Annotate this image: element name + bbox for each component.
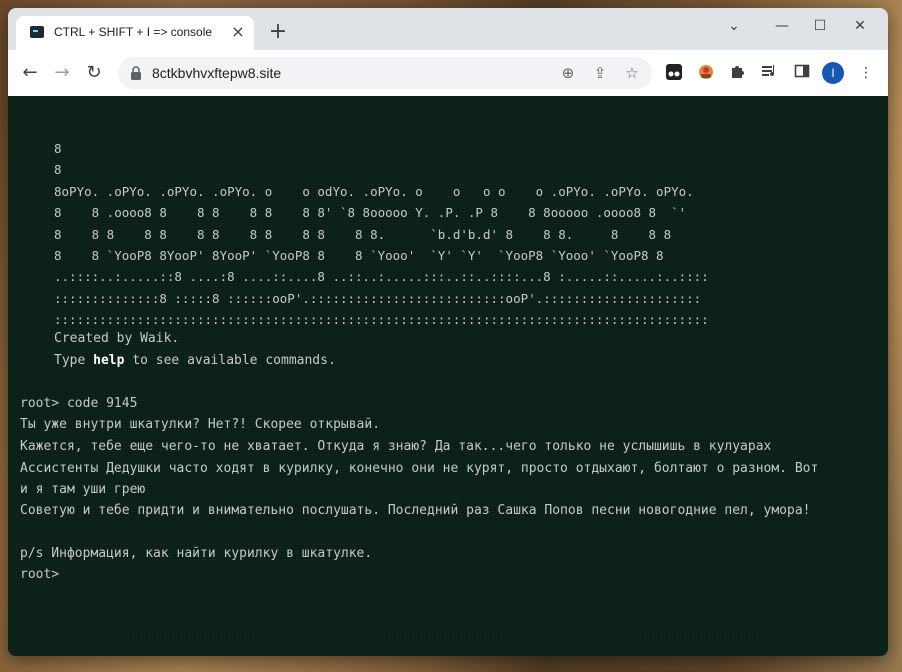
extensions-puzzle-icon[interactable] <box>728 63 748 83</box>
ascii-art-line: 8oPYo. .oPYo. .oPYo. .oPYo. o o odYo. .o… <box>54 183 694 199</box>
media-controls-icon[interactable] <box>760 63 780 83</box>
address-bar[interactable]: 8ctkbvhvxftepw8.site ⊕ ⇪ ☆ <box>118 57 652 89</box>
new-tab-button[interactable]: + <box>266 21 290 45</box>
lock-icon <box>131 66 141 80</box>
input-prompt[interactable]: root> <box>20 564 59 585</box>
ascii-art-line: 8 8 8 8 8 8 8 8 8 8 8 8 8. `b.d'b.d' 8 8… <box>54 226 672 242</box>
menu-kebab-icon[interactable]: ⋮ <box>856 63 876 83</box>
command-line: root> code 9145 <box>20 396 138 411</box>
output-line: Кажется, тебе еще чего-то не хватает. От… <box>20 439 772 454</box>
minimize-icon[interactable]: — <box>768 14 796 38</box>
help-command-keyword: help <box>93 353 125 368</box>
output-line: p/s Информация, как найти курилку в шкат… <box>20 546 373 561</box>
help-hint-prefix: Type <box>54 353 94 368</box>
zoom-icon[interactable]: ⊕ <box>558 63 578 83</box>
terminal-console[interactable]: 8 8 8oPYo. .oPYo. .oPYo. .oPYo. o o odYo… <box>8 96 888 656</box>
browser-toolbar: ← → ↻ 8ctkbvhvxftepw8.site ⊕ ⇪ ☆ I ⋮ <box>8 50 888 97</box>
terminal-favicon-icon <box>30 26 44 38</box>
browser-window: CTRL + SHIFT + I => console × + ⌄ — ☐ ✕ … <box>8 8 888 656</box>
share-icon[interactable]: ⇪ <box>590 63 610 83</box>
output-line: Советую и тебе придти и внимательно посл… <box>20 503 811 518</box>
tab-title: CTRL + SHIFT + I => console <box>54 25 213 39</box>
profile-avatar[interactable]: I <box>822 62 844 84</box>
close-tab-icon[interactable]: × <box>228 22 248 42</box>
forward-icon[interactable]: → <box>50 61 74 85</box>
back-icon[interactable]: ← <box>18 61 42 85</box>
tab-search-icon[interactable]: ⌄ <box>720 14 748 38</box>
ascii-art-line: ::::::::::::::8 :::::8 ::::::ooP'.::::::… <box>54 290 702 306</box>
ascii-art-banner: 8 8 8oPYo. .oPYo. .oPYo. .oPYo. o o odYo… <box>54 138 709 331</box>
bookmark-star-icon[interactable]: ☆ <box>622 63 642 83</box>
help-hint-suffix: to see available commands. <box>124 353 336 368</box>
ascii-art-line: ..::::..:.....::8 ....:8 ....::....8 ..:… <box>54 269 709 285</box>
reload-icon[interactable]: ↻ <box>82 61 106 85</box>
ascii-art-line: 8 8 `YooP8 8YooP' 8YooP' `YooP8 8 8 `Yoo… <box>54 248 664 264</box>
help-hint-line: Type help to see available commands. <box>54 350 336 371</box>
side-panel-icon[interactable] <box>792 63 812 83</box>
ascii-art-line: 8 <box>54 162 62 178</box>
ascii-art-line: 8 8 .oooo8 8 8 8 8 8 8 8' `8 8ooooo Y. .… <box>54 205 687 221</box>
url-text[interactable]: 8ctkbvhvxftepw8.site <box>152 65 281 81</box>
output-line: и я там уши грею <box>20 482 146 497</box>
extension-tampermonkey-icon[interactable] <box>664 63 684 83</box>
browser-tab[interactable]: CTRL + SHIFT + I => console × <box>16 16 254 50</box>
output-line: Ассистенты Дедушки часто ходят в курилку… <box>20 461 819 476</box>
maximize-icon[interactable]: ☐ <box>806 14 834 38</box>
close-icon[interactable]: ✕ <box>846 14 874 38</box>
ascii-art-line: 8 <box>54 141 62 156</box>
tab-strip: CTRL + SHIFT + I => console × + ⌄ — ☐ ✕ <box>8 8 888 50</box>
credit-line: Created by Waik. <box>54 331 180 346</box>
ascii-art-line: ::::::::::::::::::::::::::::::::::::::::… <box>54 312 709 328</box>
extension-avatar-icon[interactable] <box>696 63 716 83</box>
output-line: Ты уже внутри шкатулки? Нет?! Скорее отк… <box>20 417 381 432</box>
